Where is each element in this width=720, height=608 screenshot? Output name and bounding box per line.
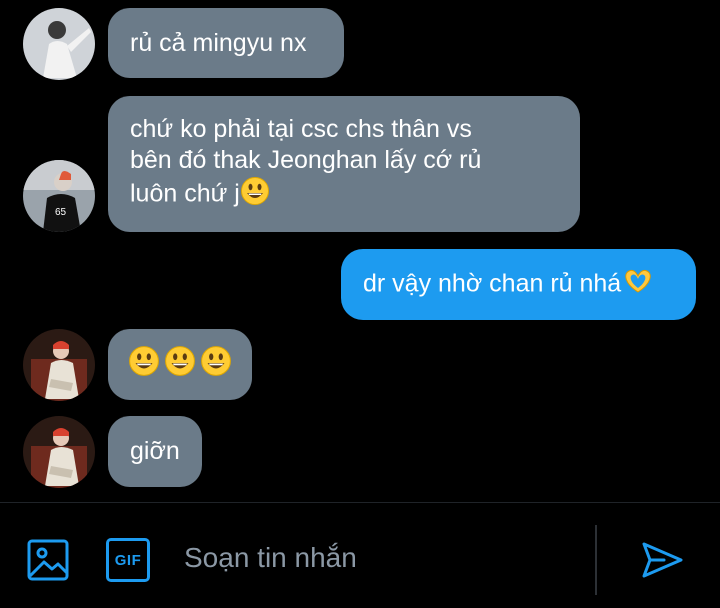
gif-icon: GIF: [114, 551, 142, 569]
avatar[interactable]: [23, 329, 95, 401]
message-text: rủ cả mingyu nx: [130, 28, 307, 57]
avatar-photo: 65: [23, 160, 95, 232]
grinning-face-emoji: [164, 345, 196, 385]
avatar[interactable]: [23, 416, 95, 488]
send-icon: [642, 542, 683, 578]
send-button[interactable]: [640, 540, 684, 580]
message-bubble-outgoing[interactable]: dr vậy nhờ chan rủ nhá: [341, 249, 696, 320]
message-bubble-incoming[interactable]: chứ ko phải tại csc chs thân vs bên đó t…: [108, 96, 580, 232]
message-text: giỡn: [130, 437, 180, 465]
avatar-photo: [23, 416, 95, 488]
grinning-face-emoji: [240, 176, 270, 214]
heart-hands-emoji: [621, 268, 655, 302]
message-input[interactable]: Soạn tin nhắn: [184, 542, 357, 574]
message-bubble-incoming[interactable]: giỡn: [108, 416, 202, 487]
avatar[interactable]: [23, 8, 95, 80]
avatar-photo: [23, 8, 95, 80]
avatar[interactable]: 65: [23, 160, 95, 232]
message-bubble-incoming[interactable]: rủ cả mingyu nx: [108, 8, 344, 78]
message-text: chứ ko phải tại csc chs thân vs bên đó t…: [130, 114, 481, 214]
message-bubble-incoming[interactable]: [108, 329, 252, 400]
composer-divider: [595, 525, 597, 595]
svg-text:65: 65: [55, 207, 67, 218]
grinning-face-emoji: [200, 345, 232, 385]
avatar-photo: [23, 329, 95, 401]
gif-button[interactable]: GIF: [106, 538, 150, 582]
image-button[interactable]: [26, 538, 70, 582]
message-text: dr vậy nhờ chan rủ nhá: [363, 268, 655, 302]
grinning-face-emoji: [128, 345, 160, 385]
image-icon: [27, 539, 69, 581]
